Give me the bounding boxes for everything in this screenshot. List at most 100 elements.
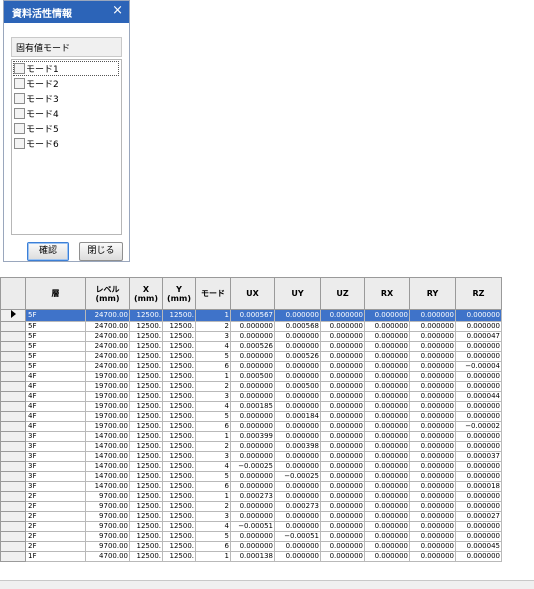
table-cell[interactable]: 12500. (162, 461, 196, 472)
table-cell[interactable]: 0.000000 (455, 521, 502, 532)
table-row[interactable]: 5F 24700.00 12500. 12500. 5 0.000000 0.000526 0… (0, 351, 502, 362)
table-cell[interactable]: 24700.00 (85, 361, 130, 372)
table-cell[interactable]: 0.000000 (409, 471, 456, 482)
table-cell[interactable]: 0.000000 (409, 511, 456, 522)
table-cell[interactable]: 0.000000 (364, 541, 410, 552)
table-cell[interactable]: 5F (25, 309, 86, 322)
table-cell[interactable]: 0.000000 (320, 491, 365, 502)
table-cell[interactable]: 0.000044 (455, 391, 502, 402)
table-cell[interactable]: 0.000185 (230, 401, 275, 412)
table-cell[interactable]: 12500. (129, 331, 163, 342)
table-cell[interactable]: 0.000000 (230, 381, 275, 392)
row-header[interactable] (0, 511, 26, 522)
table-cell[interactable]: 5F (25, 341, 86, 352)
table-cell[interactable]: 2F (25, 521, 86, 532)
table-cell[interactable]: 19700.00 (85, 391, 130, 402)
row-header[interactable] (0, 481, 26, 492)
table-cell[interactable]: 12500. (129, 501, 163, 512)
table-cell[interactable]: 0.000000 (364, 451, 410, 462)
table-cell[interactable]: 0.000000 (320, 441, 365, 452)
table-cell[interactable]: 5F (25, 361, 86, 372)
col-ux[interactable]: UX (230, 277, 275, 310)
table-cell[interactable]: 3F (25, 431, 86, 442)
col-uy[interactable]: UY (274, 277, 321, 310)
table-row[interactable]: 4F 19700.00 12500. 12500. 2 0.000000 0.000500 0… (0, 381, 502, 392)
table-cell[interactable]: −0.00025 (274, 471, 321, 482)
table-cell[interactable]: 12500. (129, 531, 163, 542)
table-cell[interactable]: 0.000000 (274, 461, 321, 472)
table-cell[interactable]: 0.000000 (364, 431, 410, 442)
table-cell[interactable]: 24700.00 (85, 351, 130, 362)
table-cell[interactable]: 12500. (129, 431, 163, 442)
table-row[interactable]: 4F 19700.00 12500. 12500. 6 0.000000 0.000000 0… (0, 421, 502, 432)
table-cell[interactable]: 0.000000 (230, 441, 275, 452)
row-header[interactable] (0, 531, 26, 542)
table-cell[interactable]: 5F (25, 331, 86, 342)
table-cell[interactable]: 0.000398 (274, 441, 321, 452)
table-cell[interactable]: 12500. (162, 431, 196, 442)
table-cell[interactable]: 12500. (129, 321, 163, 332)
table-cell[interactable]: 0.000000 (364, 421, 410, 432)
row-header[interactable] (0, 431, 26, 442)
table-cell[interactable]: 4 (195, 461, 231, 472)
checkbox-icon[interactable] (14, 123, 25, 134)
row-header[interactable] (0, 391, 26, 402)
table-cell[interactable]: 0.000000 (409, 461, 456, 472)
table-cell[interactable]: 6 (195, 361, 231, 372)
mode-1-checkbox[interactable]: モード1 (13, 61, 119, 76)
table-cell[interactable]: 0.000000 (320, 451, 365, 462)
table-cell[interactable]: 9700.00 (85, 531, 130, 542)
table-cell[interactable]: 5 (195, 351, 231, 362)
table-cell[interactable]: 2F (25, 541, 86, 552)
table-cell[interactable]: 0.000000 (455, 351, 502, 362)
table-row[interactable]: 1F 4700.00 12500. 12500. 1 0.000138 0.000000 0.… (0, 551, 502, 562)
table-cell[interactable]: 6 (195, 481, 231, 492)
table-cell[interactable]: 3F (25, 481, 86, 492)
table-cell[interactable]: 12500. (162, 531, 196, 542)
table-row[interactable]: 5F 24700.00 12500. 12500. 6 0.000000 0.000000 0… (0, 361, 502, 372)
table-cell[interactable]: 0.000000 (409, 531, 456, 542)
table-cell[interactable]: 6 (195, 421, 231, 432)
table-cell[interactable]: 5 (195, 471, 231, 482)
table-cell[interactable]: 0.000000 (364, 371, 410, 382)
col-y[interactable]: Y (mm) (162, 277, 196, 310)
row-header[interactable] (0, 461, 26, 472)
close-button[interactable]: 閉じる (79, 242, 123, 261)
table-cell[interactable]: 0.000500 (230, 371, 275, 382)
row-header[interactable] (0, 371, 26, 382)
table-cell[interactable]: 0.000000 (230, 451, 275, 462)
table-cell[interactable]: 14700.00 (85, 451, 130, 462)
mode-6-checkbox[interactable]: モード6 (14, 137, 59, 150)
table-cell[interactable]: 0.000000 (320, 481, 365, 492)
table-cell[interactable]: 0.000000 (320, 361, 365, 372)
table-cell[interactable]: 0.000000 (364, 441, 410, 452)
dialog-titlebar[interactable]: 資料活性情報 × (4, 1, 129, 23)
table-cell[interactable]: 0.000000 (364, 511, 410, 522)
table-row[interactable]: 2F 9700.00 12500. 12500. 3 0.000000 0.000000 0.… (0, 511, 502, 522)
table-cell[interactable]: 0.000000 (364, 501, 410, 512)
table-cell[interactable]: −0.00025 (230, 461, 275, 472)
table-cell[interactable]: 12500. (129, 551, 163, 562)
table-cell[interactable]: 0.000000 (320, 351, 365, 362)
table-cell[interactable]: 5 (195, 411, 231, 422)
table-cell[interactable]: 9700.00 (85, 521, 130, 532)
table-cell[interactable]: −0.00002 (455, 421, 502, 432)
table-cell[interactable]: 12500. (162, 441, 196, 452)
table-cell[interactable]: 0.000000 (320, 411, 365, 422)
table-cell[interactable]: 0.000037 (455, 451, 502, 462)
table-cell[interactable]: 12500. (129, 361, 163, 372)
table-cell[interactable]: 12500. (129, 541, 163, 552)
table-cell[interactable]: 4F (25, 421, 86, 432)
table-cell[interactable]: 0.000000 (455, 531, 502, 542)
table-cell[interactable]: 12500. (129, 451, 163, 462)
table-cell[interactable]: 12500. (162, 541, 196, 552)
row-header[interactable] (0, 361, 26, 372)
table-cell[interactable]: 19700.00 (85, 401, 130, 412)
checkbox-icon[interactable] (14, 93, 25, 104)
table-cell[interactable]: 12500. (162, 361, 196, 372)
table-cell[interactable]: 0.000000 (274, 511, 321, 522)
table-cell[interactable]: 0.000000 (230, 321, 275, 332)
table-cell[interactable]: 19700.00 (85, 371, 130, 382)
table-cell[interactable]: 0.000000 (409, 551, 456, 562)
mode-5-checkbox[interactable]: モード5 (14, 122, 59, 135)
